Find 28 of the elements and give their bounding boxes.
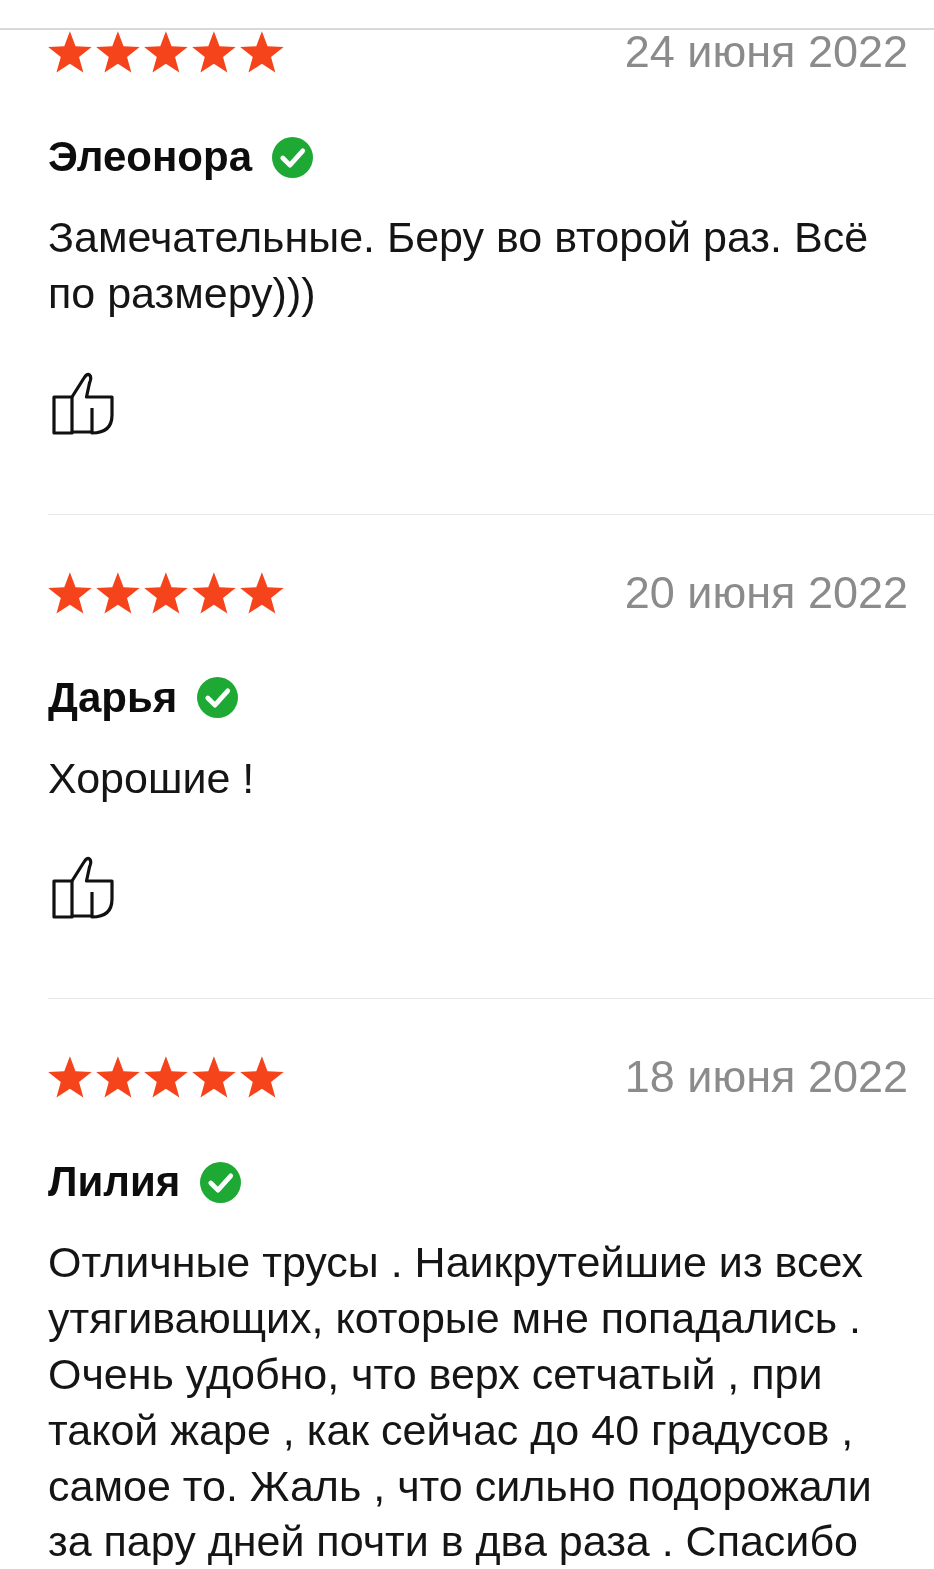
star-icon: [48, 571, 92, 614]
star-icon: [144, 1056, 188, 1099]
author-name: Элеонора: [48, 132, 252, 182]
author-name: Лилия: [48, 1157, 181, 1208]
star-icon: [144, 571, 188, 614]
star-icon: [48, 31, 92, 73]
star-icon: [240, 1056, 284, 1099]
star-icon: [96, 31, 140, 73]
like-button[interactable]: [52, 856, 115, 920]
review-text: Замечательные. Беру во второй раз. Всё по размеру))): [48, 212, 870, 319]
review-text: Отличные трусы . Наикрутейшие из всех утягивающих, которые мне попадались . Очень удобно, что верх сетчатый , при такой жаре , как сейчас до 40 градусов , самое то. Жаль , что сильно подорожали за пару дней почти в два раза . Спасибо: [48, 1237, 873, 1568]
like-button[interactable]: [52, 371, 115, 435]
review-date: 24 июня 2022: [624, 30, 908, 74]
star-icon: [240, 31, 284, 73]
review-date: 20 июня 2022: [624, 570, 908, 615]
star-icon: [48, 1056, 92, 1099]
author-name: Дарья: [48, 672, 178, 723]
thumbs-up-icon: [52, 371, 115, 435]
star-icon: [240, 571, 284, 614]
review-date: 18 июня 2022: [624, 1055, 908, 1100]
star-icon: [96, 571, 140, 614]
star-icon: [192, 571, 236, 614]
star-icon: [192, 31, 236, 73]
star-icon: [144, 31, 188, 73]
star-icon: [192, 1056, 236, 1099]
star-icon: [96, 1056, 140, 1099]
review-text: Хорошие !: [48, 752, 256, 804]
thumbs-up-icon: [52, 856, 115, 920]
